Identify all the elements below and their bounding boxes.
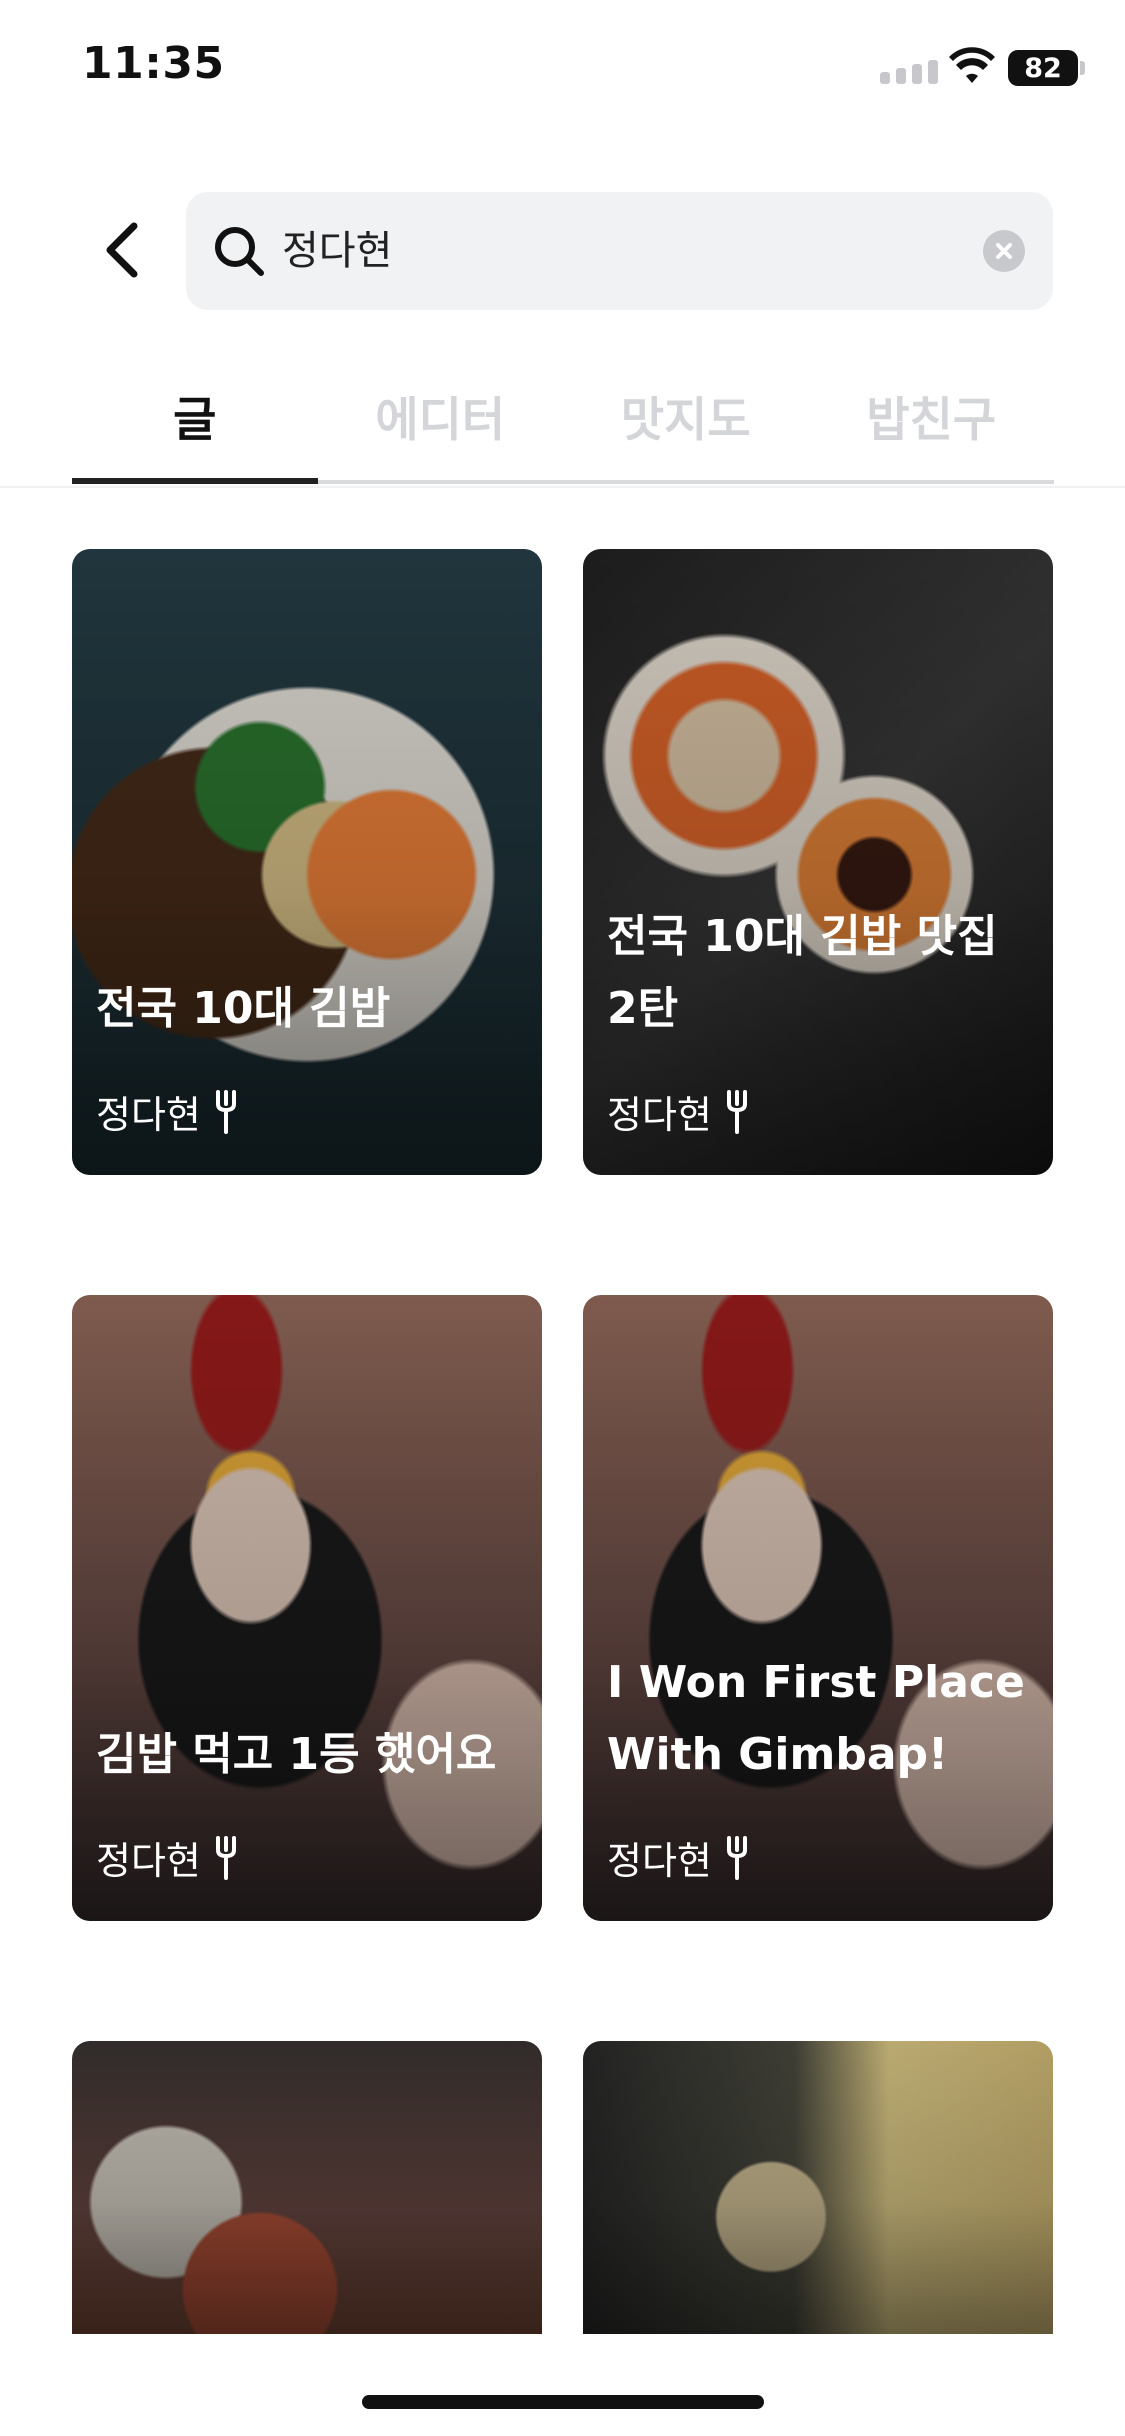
- status-time: 11:35: [82, 38, 225, 89]
- fork-icon: [215, 1835, 236, 1880]
- divider: [0, 486, 1125, 488]
- author-name: 정다현: [96, 1093, 201, 1137]
- back-button[interactable]: [92, 210, 152, 290]
- tab-posts[interactable]: 글: [72, 350, 318, 480]
- search-icon: [215, 227, 264, 276]
- tab-meal-friends[interactable]: 밥친구: [809, 350, 1055, 480]
- card-overlay: [72, 549, 542, 1175]
- fork-icon: [726, 1835, 747, 1880]
- post-author: 정다현: [96, 1830, 237, 1885]
- battery-icon: 82: [1008, 50, 1078, 86]
- home-indicator: [362, 2395, 764, 2409]
- post-title: 김밥 먹고 1등 했어요: [96, 1729, 497, 1780]
- author-name: 정다현: [96, 1839, 201, 1883]
- battery-cap: [1080, 61, 1085, 75]
- post-title: I Won First Place With Gimbap!: [607, 1657, 1025, 1780]
- fork-icon: [215, 1089, 236, 1134]
- clear-search-button[interactable]: [983, 230, 1025, 272]
- tab-food-map[interactable]: 맛지도: [563, 350, 809, 480]
- card-overlay: [583, 2041, 1053, 2334]
- card-overlay: [583, 549, 1053, 1175]
- search-input[interactable]: 정다현: [186, 192, 1053, 310]
- post-card[interactable]: 전국 10대 김밥 정다현: [72, 549, 542, 1175]
- post-card[interactable]: I Won First Place With Gimbap! 정다현: [583, 1295, 1053, 1921]
- status-bar: 11:35 82: [0, 0, 1125, 140]
- battery-level: 82: [1024, 52, 1062, 84]
- post-author: 정다현: [96, 1084, 237, 1139]
- active-tab-indicator: [72, 478, 318, 484]
- tab-bar: 글 에디터 맛지도 밥친구: [72, 350, 1054, 486]
- post-author: 정다현: [607, 1084, 748, 1139]
- chevron-left-icon: [106, 222, 138, 278]
- tab-editors[interactable]: 에디터: [318, 350, 564, 480]
- card-overlay: [583, 1295, 1053, 1921]
- wifi-icon: [949, 47, 995, 83]
- post-title: 전국 10대 김밥 맛집 2탄: [607, 911, 998, 1034]
- cellular-signal-icon: [880, 60, 938, 84]
- post-card[interactable]: 김밥 먹고 1등 했어요 정다현: [72, 1295, 542, 1921]
- close-icon: [996, 243, 1012, 259]
- post-card[interactable]: [72, 2041, 542, 2334]
- fork-icon: [726, 1089, 747, 1134]
- author-name: 정다현: [607, 1093, 712, 1137]
- card-overlay: [72, 2041, 542, 2334]
- post-author: 정다현: [607, 1830, 748, 1885]
- post-card[interactable]: 전국 10대 김밥 맛집 2탄 정다현: [583, 549, 1053, 1175]
- author-name: 정다현: [607, 1839, 712, 1883]
- search-query: 정다현: [282, 228, 393, 274]
- card-overlay: [72, 1295, 542, 1921]
- post-title: 전국 10대 김밥: [96, 983, 391, 1034]
- post-card[interactable]: [583, 2041, 1053, 2334]
